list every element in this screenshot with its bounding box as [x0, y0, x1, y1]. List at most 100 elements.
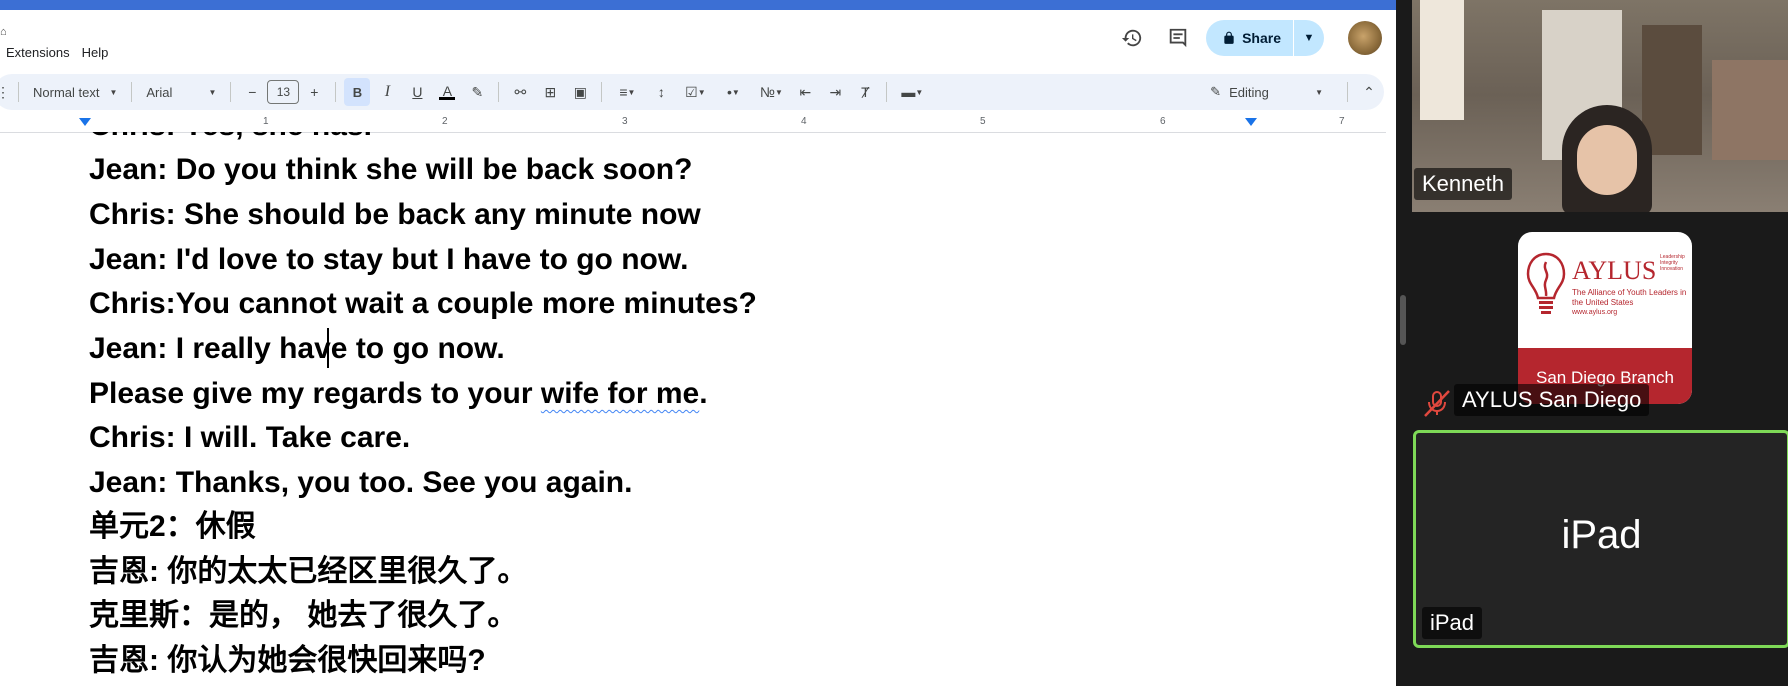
logo-url: www.aylus.org [1572, 309, 1618, 316]
spellcheck-phrase[interactable]: wife for me [541, 377, 699, 410]
logo-tagline: Leadership Integrity Innovation [1660, 254, 1685, 272]
panel-resize-handle[interactable] [1400, 295, 1406, 345]
video-tile-ipad[interactable]: iPad iPad [1413, 430, 1788, 648]
doc-line: Jean: Thanks, you too. See you again. [89, 466, 633, 499]
numbered-list-icon[interactable]: № ▼ [754, 78, 788, 106]
divider [18, 82, 19, 102]
video-background [1642, 25, 1702, 155]
cloud-status-icon[interactable]: ⌂ [0, 26, 7, 38]
comments-icon[interactable] [1160, 20, 1196, 56]
version-history-icon[interactable] [1114, 20, 1150, 56]
formatting-toolbar: ⋮ Normal text ▼ Arial ▼ − 13 + B I U A ✎… [0, 74, 1384, 110]
share-label: Share [1242, 30, 1281, 46]
top-accent-bar [0, 0, 1396, 10]
link-icon[interactable]: ⚯ [507, 78, 533, 106]
insert-image-icon[interactable]: ▣ [567, 78, 593, 106]
lightbulb-icon [1526, 252, 1566, 314]
input-tools-icon[interactable]: ▬ ▼ [895, 78, 929, 106]
divider [601, 82, 603, 102]
ruler-number: 2 [442, 116, 448, 127]
doc-line: Chris:You cannot wait a couple more minu… [89, 287, 757, 320]
document-body[interactable]: Chris: Yes, she has. Jean: Do you think … [0, 132, 1386, 686]
decrease-font-size-button[interactable]: − [239, 78, 265, 106]
header-actions: Share ▼ [1114, 20, 1382, 56]
doc-line: Chris: She should be back any minute now [89, 198, 701, 231]
divider [498, 82, 500, 102]
italic-icon[interactable]: I [374, 78, 400, 106]
participant-placeholder-name: iPad [1561, 513, 1642, 557]
participant-name: iPad [1422, 607, 1483, 639]
participant-name: Kenneth [1414, 168, 1512, 200]
highlight-icon[interactable]: ✎ [464, 78, 490, 106]
collapse-menus-icon[interactable]: ⌃ [1356, 78, 1382, 106]
ruler-number: 3 [622, 116, 628, 127]
chevron-down-icon: ▼ [208, 87, 217, 97]
doc-line: Chris: I will. Take care. [89, 421, 411, 454]
clear-formatting-icon[interactable]: Ⱦ [852, 78, 878, 106]
decrease-indent-icon[interactable]: ⇤ [792, 78, 818, 106]
style-dropdown[interactable]: Normal text ▼ [27, 78, 123, 106]
logo-subtitle: The Alliance of Youth Leaders in the Uni… [1572, 288, 1688, 318]
avatar[interactable] [1348, 21, 1382, 55]
bold-icon[interactable]: B [344, 78, 371, 106]
doc-text: Please give my regards to your [89, 377, 541, 410]
align-icon[interactable]: ≡ ▼ [610, 78, 644, 106]
divider [131, 82, 133, 102]
video-background [1420, 0, 1464, 120]
menu-extensions[interactable]: Extensions [0, 45, 76, 60]
muted-mic-icon [1424, 390, 1450, 417]
font-size-input[interactable]: 13 [267, 80, 300, 104]
chevron-down-icon: ▼ [1315, 87, 1323, 97]
ruler-number: 7 [1339, 116, 1345, 127]
menu-help[interactable]: Help [76, 45, 115, 60]
aylus-logo: AYLUS Leadership Integrity Innovation Th… [1518, 232, 1692, 404]
doc-line: Please give my regards to your wife for … [89, 372, 708, 416]
ruler-number: 1 [263, 116, 269, 127]
share-button[interactable]: Share [1206, 20, 1293, 56]
ruler[interactable]: 1 2 3 4 5 6 7 [0, 116, 1386, 133]
ruler-number: 4 [801, 116, 807, 127]
line-spacing-icon[interactable]: ↕ [648, 78, 674, 106]
text-color-icon[interactable]: A [434, 78, 460, 106]
divider [886, 82, 888, 102]
menu-bar: Extensions Help [0, 40, 114, 64]
participant-video [1577, 125, 1637, 195]
bulleted-list-icon[interactable]: • ▼ [716, 78, 750, 106]
increase-indent-icon[interactable]: ⇥ [822, 78, 848, 106]
video-tile-aylus[interactable]: AYLUS Leadership Integrity Innovation Th… [1412, 212, 1788, 426]
checklist-icon[interactable]: ☑ ▼ [678, 78, 712, 106]
increase-font-size-button[interactable]: + [301, 78, 327, 106]
underline-icon[interactable]: U [404, 78, 430, 106]
share-options-caret-icon[interactable]: ▼ [1293, 20, 1324, 56]
divider [335, 82, 337, 102]
divider [230, 82, 232, 102]
logo-wordmark: AYLUS [1572, 256, 1657, 285]
doc-line: Jean: I really have to go now. [89, 332, 505, 365]
toolbar-overflow-icon[interactable]: ⋮ [0, 78, 10, 106]
ruler-number: 5 [980, 116, 986, 127]
text-cursor [327, 328, 329, 368]
doc-line: 克里斯：是的， 她去了很久了。 [89, 599, 518, 632]
divider [1347, 82, 1348, 102]
font-value: Arial [146, 84, 173, 100]
lock-icon [1224, 31, 1234, 44]
video-background [1712, 60, 1788, 160]
doc-line: 单元2：休假 [89, 510, 256, 543]
left-indent-marker[interactable] [79, 118, 91, 126]
participant-name: AYLUS San Diego [1454, 384, 1650, 416]
doc-line: Jean: Do you think she will be back soon… [89, 153, 693, 186]
add-comment-icon[interactable]: ⊞ [537, 78, 563, 106]
right-indent-marker[interactable] [1245, 118, 1257, 126]
docs-window: ⌂ Extensions Help Share ▼ ⋮ Normal text … [0, 0, 1396, 686]
editing-mode-dropdown[interactable]: ✎ Editing ▼ [1200, 78, 1333, 106]
doc-text: . [699, 377, 708, 410]
pencil-icon: ✎ [1210, 84, 1222, 99]
video-tile-kenneth[interactable]: Kenneth [1412, 0, 1788, 212]
logo-subtitle-text: The Alliance of Youth Leaders in the Uni… [1572, 288, 1687, 307]
font-dropdown[interactable]: Arial ▼ [140, 78, 222, 106]
style-value: Normal text [33, 84, 100, 100]
editing-mode-label: Editing [1229, 84, 1269, 100]
doc-line: Chris: Yes, she has. [89, 132, 372, 148]
doc-line: 吉恩: 你的太太已经区里很久了。 [89, 555, 528, 588]
doc-line: 吉恩: 你认为她会很快回来吗? [89, 644, 486, 677]
